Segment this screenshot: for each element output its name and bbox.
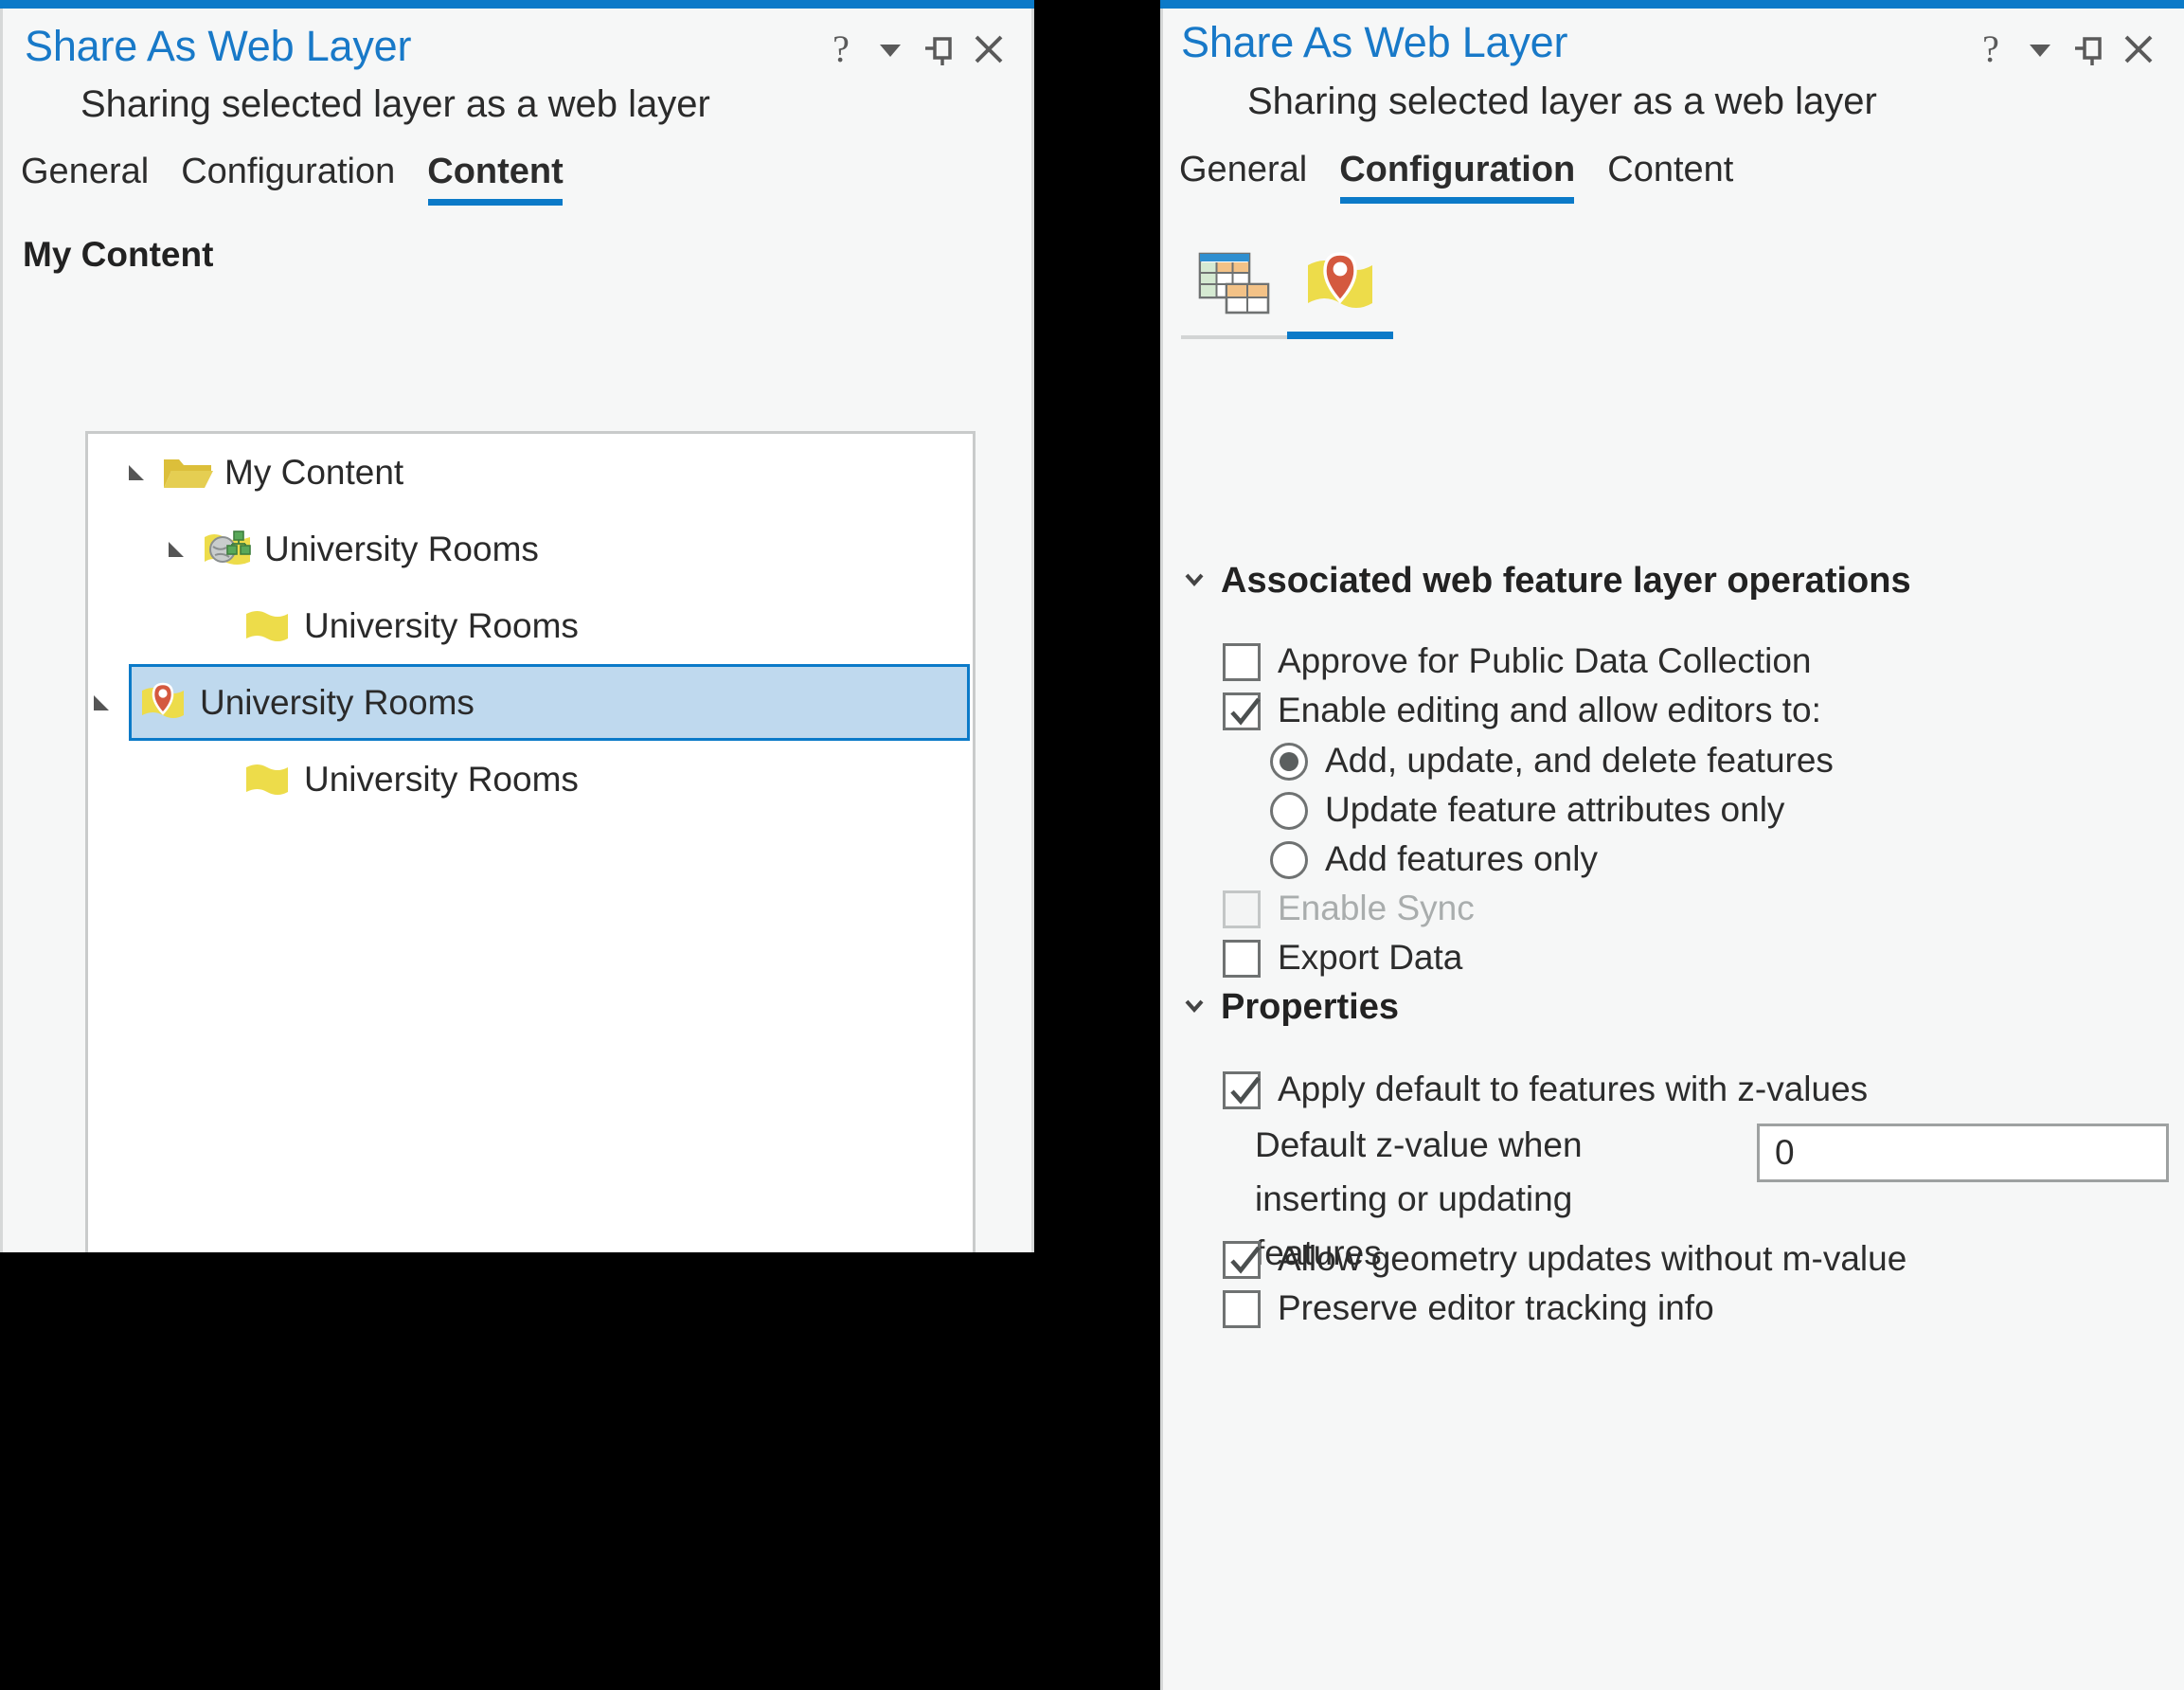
checkbox-export-data[interactable] — [1223, 940, 1261, 978]
window-controls: ? — [816, 27, 1013, 71]
option-add-features-only[interactable]: Add features only — [1270, 839, 1598, 879]
option-label: Add, update, and delete features — [1325, 741, 1834, 780]
panel-subtitle: Sharing selected layer as a web layer — [81, 83, 710, 125]
tab-configuration[interactable]: Configuration — [1339, 150, 1575, 204]
title-bar: Share As Web Layer ? — [0, 9, 1034, 86]
layer-type-tab-bar — [1181, 227, 1393, 339]
checkbox-enable-sync — [1223, 890, 1261, 928]
option-approve-public-data-collection[interactable]: Approve for Public Data Collection — [1223, 641, 1812, 681]
tab-general[interactable]: General — [21, 152, 149, 206]
tab-content[interactable]: Content — [427, 152, 564, 206]
option-add-update-delete-features[interactable]: Add, update, and delete features — [1270, 741, 1834, 781]
option-export-data[interactable]: Export Data — [1223, 938, 1462, 978]
tab-general[interactable]: General — [1179, 150, 1307, 204]
panel-subtitle: Sharing selected layer as a web layer — [1247, 81, 1877, 122]
option-label: Enable editing and allow editors to: — [1278, 691, 1821, 729]
chevron-down-icon — [1181, 561, 1208, 602]
checkbox-allow-geometry-updates-without-m-value[interactable] — [1223, 1241, 1261, 1279]
option-label: Approve for Public Data Collection — [1278, 641, 1812, 680]
map-pin-layer-tab[interactable] — [1287, 227, 1393, 339]
window-controls: ? — [1966, 27, 2163, 71]
checkbox-preserve-editor-tracking-info[interactable] — [1223, 1290, 1261, 1328]
default-z-value-input[interactable] — [1757, 1124, 2169, 1182]
option-label: Export Data — [1278, 938, 1463, 977]
my-content-heading: My Content — [23, 235, 214, 274]
menu-chevron-icon[interactable] — [866, 27, 915, 71]
radio-update-feature-attributes-only[interactable] — [1270, 792, 1308, 830]
tree-row[interactable]: University Rooms — [88, 741, 973, 818]
group-header-label: Properties — [1221, 987, 1399, 1027]
tab-rule — [1287, 332, 1393, 339]
map-pin-layer-tab-icon — [1308, 252, 1372, 308]
checkbox-enable-editing[interactable] — [1223, 692, 1261, 730]
panel-title: Share As Web Layer — [1181, 18, 1568, 66]
web-feature-layer-tab-icon — [1198, 252, 1270, 315]
option-label: Allow geometry updates without m-value — [1278, 1239, 1907, 1278]
expander-arrow-icon[interactable] — [88, 667, 115, 738]
map-pin-layer-icon — [134, 679, 192, 727]
help-icon[interactable]: ? — [816, 27, 866, 71]
tree-row[interactable]: My Content — [88, 434, 973, 511]
tab-bar: General Configuration Content — [21, 152, 564, 206]
map-layer-icon — [238, 756, 296, 803]
tree-item-label: University Rooms — [304, 605, 579, 645]
option-preserve-editor-tracking-info[interactable]: Preserve editor tracking info — [1223, 1288, 1714, 1328]
panel-accent-bar — [1160, 0, 2184, 9]
group-header-label: Associated web feature layer operations — [1221, 561, 1911, 601]
group-header-properties[interactable]: Properties — [1181, 987, 1399, 1028]
tab-rule — [1181, 335, 1287, 339]
panel-left-edge — [1160, 9, 1163, 1690]
radio-add-features-only[interactable] — [1270, 841, 1308, 879]
help-icon[interactable]: ? — [1966, 27, 2015, 71]
tree-item-label: University Rooms — [264, 529, 539, 568]
expander-arrow-icon[interactable] — [154, 536, 198, 563]
option-label: Add features only — [1325, 839, 1598, 878]
screenshot-stage: Share As Web Layer ? Sharing selected la… — [0, 0, 2184, 1690]
tree-item-label: My Content — [224, 452, 404, 492]
group-header-associated-operations[interactable]: Associated web feature layer operations — [1181, 561, 1911, 602]
panel-accent-bar — [0, 0, 1034, 9]
option-update-feature-attributes-only[interactable]: Update feature attributes only — [1270, 790, 1784, 830]
content-tree[interactable]: My Content University Rooms University R… — [85, 431, 976, 1252]
web-feature-layer-tab[interactable] — [1181, 227, 1287, 339]
folder-icon — [158, 452, 217, 494]
option-enable-sync: Enable Sync — [1223, 889, 1475, 928]
panel-title: Share As Web Layer — [25, 22, 412, 70]
pin-icon[interactable] — [2065, 27, 2114, 71]
close-icon[interactable] — [2114, 27, 2163, 71]
tree-row-selected[interactable]: University Rooms — [94, 664, 970, 741]
tab-content[interactable]: Content — [1607, 150, 1733, 204]
expander-arrow-icon[interactable] — [115, 459, 158, 486]
option-allow-geometry-updates-without-m-value[interactable]: Allow geometry updates without m-value — [1223, 1239, 1907, 1279]
tree-row[interactable]: University Rooms — [88, 511, 973, 587]
title-bar: Share As Web Layer ? — [1160, 9, 2184, 86]
chevron-down-icon — [1181, 987, 1208, 1028]
panel-left-edge — [0, 9, 3, 1252]
option-label: Enable Sync — [1278, 889, 1475, 927]
tree-row[interactable]: University Rooms — [88, 587, 973, 664]
map-layer-icon — [238, 602, 296, 650]
web-feature-layer-icon — [198, 526, 257, 573]
menu-chevron-icon[interactable] — [2015, 27, 2065, 71]
tree-item-label: University Rooms — [200, 682, 474, 722]
checkbox-approve-public-data-collection[interactable] — [1223, 643, 1261, 681]
pin-icon[interactable] — [915, 27, 964, 71]
radio-add-update-delete-features[interactable] — [1270, 743, 1308, 781]
share-as-web-layer-panel-configuration: Share As Web Layer ? Sharing selected la… — [1160, 0, 2184, 1690]
panel-right-edge — [1031, 9, 1034, 1252]
tab-configuration[interactable]: Configuration — [181, 152, 395, 206]
tree-item-label: University Rooms — [304, 759, 579, 799]
option-enable-editing[interactable]: Enable editing and allow editors to: — [1223, 691, 1821, 730]
option-apply-default-z-values[interactable]: Apply default to features with z-values — [1223, 1070, 1868, 1109]
option-label: Update feature attributes only — [1325, 790, 1785, 829]
share-as-web-layer-panel-content: Share As Web Layer ? Sharing selected la… — [0, 0, 1034, 1252]
checkbox-apply-default-z-values[interactable] — [1223, 1071, 1261, 1109]
close-icon[interactable] — [964, 27, 1013, 71]
option-label: Preserve editor tracking info — [1278, 1288, 1714, 1327]
option-label: Apply default to features with z-values — [1278, 1070, 1869, 1108]
tab-bar: General Configuration Content — [1179, 150, 1733, 204]
